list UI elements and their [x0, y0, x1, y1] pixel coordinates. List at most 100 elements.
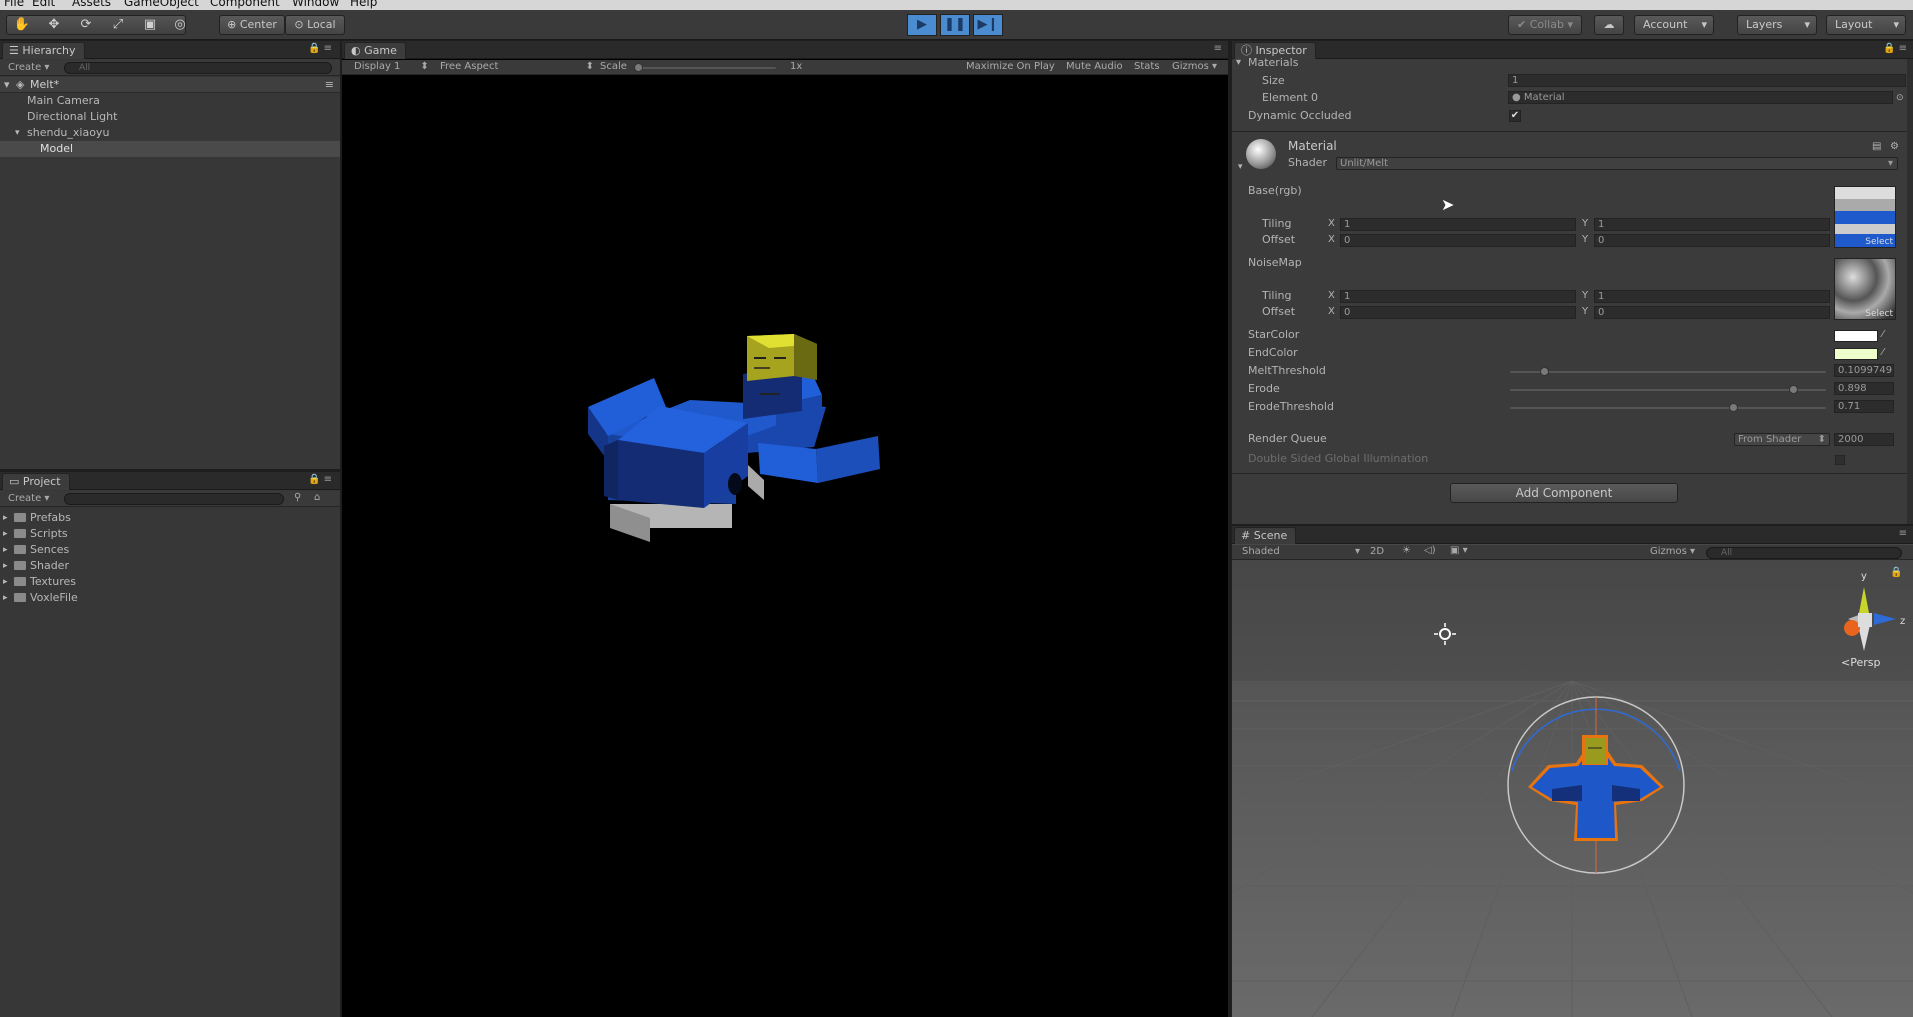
- lighting-icon[interactable]: ☀: [1402, 545, 1411, 556]
- end-color-swatch[interactable]: [1834, 348, 1878, 360]
- layout-dropdown[interactable]: Layout ▾: [1826, 15, 1906, 35]
- panel-menu-icon[interactable]: ≡: [1214, 43, 1222, 54]
- effects-icon[interactable]: ▣ ▾: [1450, 545, 1468, 556]
- dynamic-occluded-checkbox[interactable]: ✔: [1509, 110, 1521, 122]
- account-dropdown[interactable]: Account ▾: [1634, 15, 1714, 35]
- tab-hierarchy[interactable]: ☰ Hierarchy: [2, 42, 85, 59]
- hand-tool-icon[interactable]: ✋: [8, 15, 36, 35]
- menu-file[interactable]: File: [4, 0, 24, 9]
- panel-menu-icon[interactable]: 🔒 ≡: [1883, 43, 1907, 54]
- collab-button[interactable]: ✔ Collab ▾: [1508, 15, 1582, 35]
- collapse-arrow-icon[interactable]: ▸: [3, 542, 8, 558]
- noise-offset-y-field[interactable]: 0: [1594, 306, 1830, 319]
- 2d-toggle[interactable]: 2D: [1370, 546, 1384, 557]
- tab-scene[interactable]: # Scene: [1234, 527, 1297, 544]
- project-folder-shader[interactable]: ▸ Shader: [0, 558, 340, 574]
- scale-slider-track[interactable]: [636, 67, 776, 69]
- tab-game[interactable]: ◐ Game: [344, 42, 406, 59]
- erode-slider[interactable]: [1510, 389, 1826, 391]
- rotate-tool-icon[interactable]: ⟳: [72, 15, 100, 35]
- panel-menu-icon[interactable]: 🔒 ≡: [308, 474, 332, 485]
- display-dropdown[interactable]: Display 1 ⬍: [354, 61, 429, 72]
- menu-window[interactable]: Window: [292, 0, 339, 9]
- cloud-button[interactable]: ☁: [1594, 15, 1624, 35]
- pause-button[interactable]: ❚❚: [940, 14, 970, 36]
- scene-search-input[interactable]: All: [1706, 547, 1902, 559]
- project-folder-scripts[interactable]: ▸ Scripts: [0, 526, 340, 542]
- aspect-dropdown[interactable]: Free Aspect ⬍: [440, 61, 594, 72]
- hierarchy-item-shendu-xiaoyu[interactable]: ▾ shendu_xiaoyu: [0, 125, 340, 141]
- collapse-arrow-icon[interactable]: ▸: [3, 574, 8, 590]
- shading-dropdown[interactable]: Shaded ▾: [1242, 546, 1360, 557]
- transform-tool-icon[interactable]: ◎: [166, 15, 194, 35]
- mute-audio-toggle[interactable]: Mute Audio: [1066, 61, 1123, 72]
- game-render-viewport[interactable]: [342, 76, 1228, 1017]
- melt-threshold-field[interactable]: 0.1099749: [1834, 364, 1894, 377]
- scene-row[interactable]: ▾ ◈ Melt* ≡: [0, 77, 340, 93]
- pivot-toggle[interactable]: ⊕ Center: [219, 15, 285, 35]
- project-folder-prefabs[interactable]: ▸ Prefabs: [0, 510, 340, 526]
- collapse-arrow-icon[interactable]: ▸: [3, 526, 8, 542]
- menu-gameobject[interactable]: GameObject: [124, 0, 199, 9]
- erode-threshold-slider[interactable]: [1510, 407, 1826, 409]
- melt-threshold-knob[interactable]: [1539, 367, 1549, 376]
- stats-toggle[interactable]: Stats: [1134, 61, 1160, 72]
- step-button[interactable]: ▶❙: [973, 14, 1003, 36]
- move-tool-icon[interactable]: ✥: [40, 15, 68, 35]
- label-icon[interactable]: ⌂: [314, 492, 320, 503]
- star-color-swatch[interactable]: [1834, 330, 1878, 342]
- scene-menu-icon[interactable]: ≡: [325, 77, 334, 93]
- noise-tiling-y-field[interactable]: 1: [1594, 290, 1830, 303]
- book-icon[interactable]: ▤: [1872, 139, 1881, 155]
- gear-icon[interactable]: ⚙: [1890, 139, 1899, 155]
- render-queue-field[interactable]: 2000: [1834, 433, 1894, 446]
- expand-arrow-icon[interactable]: ▾: [1236, 55, 1241, 71]
- layers-dropdown[interactable]: Layers ▾: [1737, 15, 1817, 35]
- create-dropdown[interactable]: Create ▾: [8, 62, 49, 73]
- project-folder-textures[interactable]: ▸ Textures: [0, 574, 340, 590]
- tab-project[interactable]: ▭ Project: [2, 473, 70, 490]
- erode-threshold-knob[interactable]: [1729, 403, 1739, 412]
- expand-arrow-icon[interactable]: ▾: [15, 125, 20, 141]
- menu-help[interactable]: Help: [350, 0, 377, 9]
- melt-threshold-slider[interactable]: [1510, 371, 1826, 373]
- menu-assets[interactable]: Assets: [72, 0, 111, 9]
- expand-arrow-icon[interactable]: ▾: [4, 77, 10, 93]
- lock-icon[interactable]: 🔒: [1890, 566, 1902, 578]
- erode-knob[interactable]: [1788, 385, 1798, 394]
- add-component-button[interactable]: Add Component: [1450, 483, 1678, 503]
- erode-field[interactable]: 0.898: [1834, 382, 1894, 395]
- rect-tool-icon[interactable]: ▣: [136, 15, 164, 35]
- collapse-arrow-icon[interactable]: ▸: [3, 558, 8, 574]
- project-folder-sences[interactable]: ▸ Sences: [0, 542, 340, 558]
- noise-offset-x-field[interactable]: 0: [1340, 306, 1576, 319]
- filter-icon[interactable]: ⚲: [294, 492, 301, 503]
- erode-threshold-field[interactable]: 0.71: [1834, 400, 1894, 413]
- project-folder-voxlefile[interactable]: ▸ VoxleFile: [0, 590, 340, 606]
- space-toggle[interactable]: ⊙ Local: [285, 15, 345, 35]
- perspective-toggle[interactable]: <Persp: [1841, 656, 1880, 669]
- render-queue-dropdown[interactable]: From Shader ⬍: [1734, 433, 1830, 446]
- scene-viewport[interactable]: y z 🔒 <Persp: [1232, 561, 1913, 1017]
- eyedropper-icon[interactable]: ⁄: [1882, 345, 1884, 361]
- noise-tiling-x-field[interactable]: 1: [1340, 290, 1576, 303]
- size-field[interactable]: 1: [1508, 74, 1906, 87]
- panel-menu-icon[interactable]: 🔒 ≡: [308, 43, 332, 54]
- play-button[interactable]: ▶: [907, 14, 937, 36]
- collapse-arrow-icon[interactable]: ▾: [1238, 159, 1243, 175]
- element0-object-field[interactable]: ● Material: [1508, 91, 1893, 104]
- base-offset-x-field[interactable]: 0: [1340, 234, 1576, 247]
- eyedropper-icon[interactable]: ⁄: [1882, 327, 1884, 343]
- noise-texture-slot[interactable]: Select: [1834, 258, 1896, 320]
- menu-edit[interactable]: Edit: [32, 0, 55, 9]
- collapse-arrow-icon[interactable]: ▸: [3, 590, 8, 606]
- scale-slider-knob[interactable]: [634, 63, 643, 72]
- menu-component[interactable]: Component: [210, 0, 280, 9]
- hierarchy-item-directional-light[interactable]: Directional Light: [0, 109, 340, 125]
- collapse-arrow-icon[interactable]: ▸: [3, 510, 8, 526]
- shader-dropdown[interactable]: Unlit/Melt ▾: [1336, 157, 1898, 170]
- hierarchy-item-model[interactable]: Model: [0, 141, 340, 157]
- gizmos-dropdown[interactable]: Gizmos ▾: [1172, 61, 1217, 72]
- gizmos-dropdown[interactable]: Gizmos ▾: [1650, 546, 1695, 557]
- base-tiling-x-field[interactable]: 1: [1340, 218, 1576, 231]
